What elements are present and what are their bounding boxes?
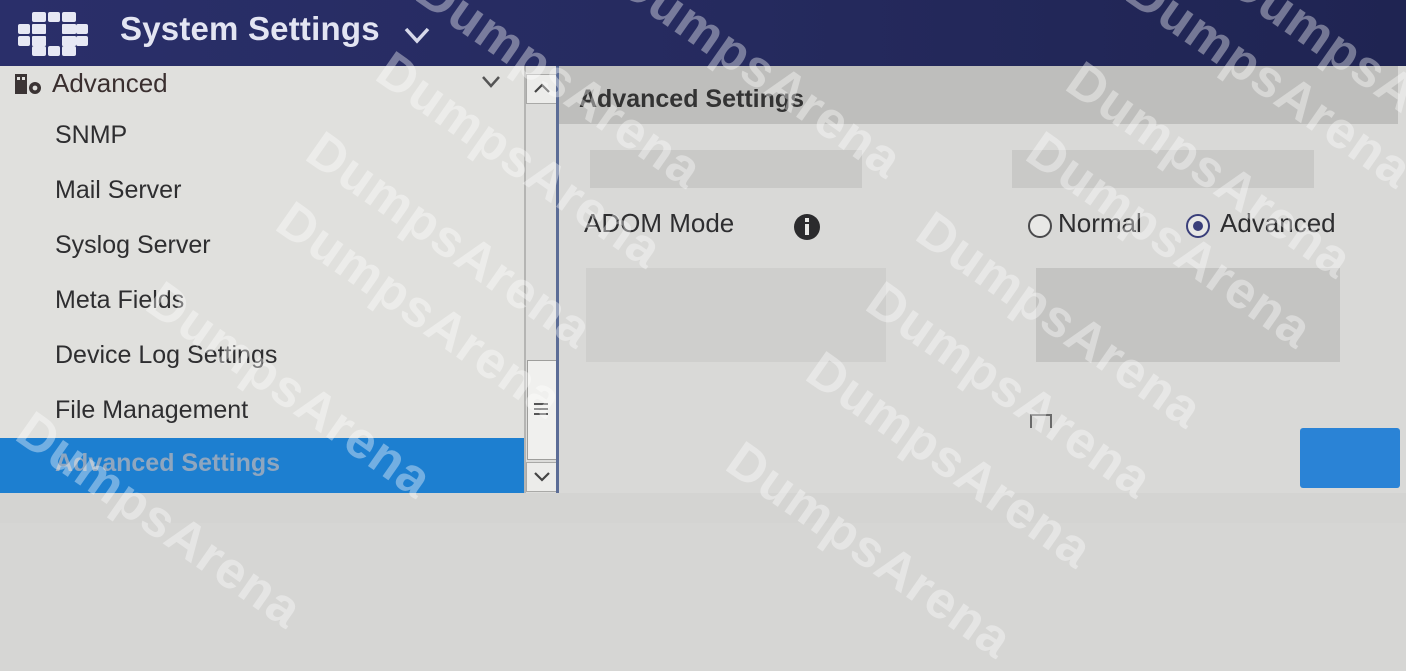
chevron-up-icon bbox=[534, 83, 550, 93]
sidebar-item-advanced-settings[interactable]: Advanced Settings bbox=[0, 438, 524, 493]
sidebar-item-label: Syslog Server bbox=[55, 231, 211, 259]
radio-button-checked[interactable] bbox=[1186, 214, 1210, 238]
apply-button[interactable] bbox=[1300, 428, 1400, 488]
radio-dot bbox=[1193, 221, 1203, 231]
sidebar-group-label: Advanced bbox=[52, 68, 168, 98]
radio-label-advanced: Advanced bbox=[1220, 208, 1336, 238]
chevron-down-icon[interactable] bbox=[404, 26, 430, 44]
sidebar: Advanced SNMP Mail Server Syslog Server … bbox=[0, 66, 524, 493]
sidebar-item-mail-server[interactable]: Mail Server bbox=[0, 165, 524, 219]
sidebar-item-label: File Management bbox=[55, 396, 249, 424]
scroll-up-button[interactable] bbox=[526, 74, 558, 104]
sidebar-item-snmp[interactable]: SNMP bbox=[0, 110, 524, 164]
chevron-down-icon[interactable] bbox=[480, 74, 502, 90]
sidebar-item-device-log-settings[interactable]: Device Log Settings bbox=[0, 330, 524, 384]
sidebar-item-syslog-server[interactable]: Syslog Server bbox=[0, 220, 524, 274]
sidebar-item-label: Device Log Settings bbox=[55, 341, 278, 369]
sidebar-item-file-management[interactable]: File Management bbox=[0, 385, 524, 439]
radio-button-unchecked[interactable] bbox=[1028, 214, 1052, 238]
grip-lines-icon bbox=[534, 403, 548, 415]
scroll-down-button[interactable] bbox=[526, 462, 558, 492]
info-icon[interactable] bbox=[792, 212, 822, 242]
sidebar-group-advanced[interactable]: Advanced bbox=[0, 66, 524, 102]
sidebar-item-label: SNMP bbox=[55, 121, 128, 149]
folder-gear-icon bbox=[15, 74, 41, 94]
adom-mode-normal-radio[interactable]: Normal bbox=[1028, 206, 1168, 242]
adom-mode-advanced-radio[interactable]: Advanced bbox=[1186, 206, 1376, 242]
adom-mode-radio-group: Normal Advanced bbox=[1028, 206, 1378, 242]
top-navigation-bar: System Settings bbox=[0, 0, 1406, 66]
obscured-field bbox=[1036, 268, 1340, 362]
fortinet-grid-logo-icon[interactable] bbox=[18, 12, 88, 56]
panel-header: Advanced Settings bbox=[559, 66, 1398, 124]
checkbox[interactable] bbox=[1030, 414, 1052, 428]
chevron-down-icon bbox=[534, 472, 550, 482]
obscured-field bbox=[586, 268, 886, 362]
radio-label-normal: Normal bbox=[1058, 208, 1142, 238]
sidebar-item-meta-fields[interactable]: Meta Fields bbox=[0, 275, 524, 329]
obscured-field bbox=[590, 150, 862, 188]
app-title[interactable]: System Settings bbox=[120, 10, 380, 48]
page-title: Advanced Settings bbox=[579, 85, 805, 113]
sidebar-item-label: Mail Server bbox=[55, 176, 182, 204]
adom-mode-label: ADOM Mode bbox=[584, 208, 735, 238]
bottom-strip bbox=[0, 493, 1406, 523]
obscured-field bbox=[1012, 150, 1314, 188]
sidebar-item-label: Meta Fields bbox=[55, 286, 185, 314]
sidebar-item-label: Advanced Settings bbox=[55, 449, 281, 477]
